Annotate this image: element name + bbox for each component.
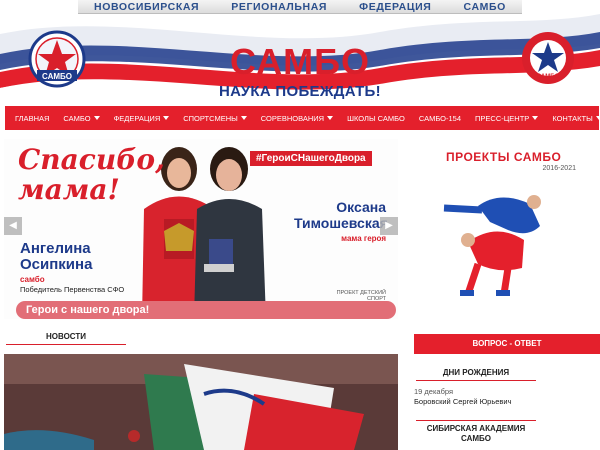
mother-name: Оксана Тимошевская <box>294 199 388 231</box>
tagline-strip: НОВОСИБИРСКАЯ РЕГИОНАЛЬНАЯ ФЕДЕРАЦИЯ САМ… <box>78 0 522 14</box>
nav-item-schools[interactable]: ШКОЛЫ САМБО <box>347 114 405 123</box>
birthday-person[interactable]: Боровский Сергей Юрьевич <box>414 397 512 406</box>
caret-down-icon <box>327 116 334 120</box>
tagline-word: РЕГИОНАЛЬНАЯ <box>231 0 328 13</box>
slide-cta-button[interactable]: Герои с нашего двора! <box>16 301 396 319</box>
site-slogan: НАУКА ПОБЕЖДАТЬ! <box>219 83 381 100</box>
projects-years: 2016-2021 <box>542 165 576 172</box>
tagline-word: САМБО <box>463 0 506 13</box>
nav-item-federation[interactable]: ФЕДЕРАЦИЯ <box>114 114 170 123</box>
nav-item-label: САМБО-154 <box>418 113 462 123</box>
academy-divider <box>416 420 536 421</box>
athlete-award: Победитель Первенства СФО <box>20 285 125 294</box>
slide-hashtag: #ГероиСНашегоДвора <box>250 151 372 166</box>
nav-item-label: ШКОЛЫ САМБО <box>347 113 405 123</box>
tagline-word: НОВОСИБИРСКАЯ <box>94 0 200 13</box>
news-photo <box>4 354 398 450</box>
nav-item-contacts[interactable]: КОНТАКТЫ <box>552 114 600 123</box>
nav-item-label: ПРЕСС-ЦЕНТР <box>475 113 530 123</box>
qa-button[interactable]: ВОПРОС - ОТВЕТ <box>414 334 600 354</box>
birthdays-title: ДНИ РОЖДЕНИЯ <box>442 368 510 377</box>
federation-logo-right[interactable]: САМБО <box>520 30 576 86</box>
nav-item-label: СПОРТСМЕНЫ <box>183 113 238 123</box>
nav-item-label: КОНТАКТЫ <box>552 113 593 123</box>
caret-down-icon <box>163 116 170 120</box>
projects-image[interactable] <box>438 182 558 300</box>
slider-prev-arrow-icon[interactable]: ◀ <box>4 217 22 235</box>
nav-item-athletes[interactable]: СПОРТСМЕНЫ <box>183 114 247 123</box>
nav-item-sambo-154[interactable]: САМБО-154 <box>419 114 461 123</box>
caret-down-icon <box>532 116 539 120</box>
main-nav: ГЛАВНАЯ САМБО ФЕДЕРАЦИЯ СПОРТСМЕНЫ СОРЕВ… <box>5 106 600 130</box>
nav-item-label: САМБО <box>63 113 91 123</box>
nav-item-label: ФЕДЕРАЦИЯ <box>113 113 161 123</box>
nav-item-sambo[interactable]: САМБО <box>63 113 100 123</box>
news-image[interactable] <box>4 354 398 450</box>
tagline-word: ФЕДЕРАЦИЯ <box>359 0 432 13</box>
projects-title: ПРОЕКТЫ САМБО <box>446 150 562 164</box>
slide-headline: Спасибо, мама! <box>18 143 165 206</box>
caret-down-icon <box>240 116 247 120</box>
birthday-date: 19 декабря <box>414 387 454 396</box>
site-header: САМБО САМБО НАУКА ПОБЕЖДАТЬ! САМБО <box>0 14 600 106</box>
caret-down-icon <box>595 116 600 120</box>
logo-left-text: САМБО <box>42 72 72 81</box>
news-divider <box>6 344 126 345</box>
nav-item-label: ГЛАВНАЯ <box>15 113 50 123</box>
slider-next-arrow-icon[interactable]: ▶ <box>380 217 398 235</box>
athlete-sport: самбо <box>20 275 45 284</box>
athlete-name: Ангелина Осипкина <box>20 240 93 273</box>
nav-item-label: СОРЕВНОВАНИЯ <box>260 113 325 123</box>
news-section-title: НОВОСТИ <box>45 332 86 341</box>
page: НОВОСИБИРСКАЯ РЕГИОНАЛЬНАЯ ФЕДЕРАЦИЯ САМ… <box>0 0 600 450</box>
logo-right-text: САМБО <box>537 74 560 80</box>
federation-logo-left[interactable]: САМБО <box>28 30 86 88</box>
mother-role: мама героя <box>341 234 386 243</box>
site-title: САМБО <box>230 41 370 82</box>
nav-item-home[interactable]: ГЛАВНАЯ <box>15 114 49 123</box>
birthdays-divider <box>416 380 536 381</box>
nav-item-competitions[interactable]: СОРЕВНОВАНИЯ <box>260 113 334 123</box>
hero-slider[interactable]: Спасибо, мама! #ГероиСНашегоДвора Ангели… <box>4 139 398 319</box>
academy-title: СИБИРСКАЯ АКАДЕМИЯ САМБО <box>426 424 526 443</box>
caret-down-icon <box>93 116 100 120</box>
nav-item-press-center[interactable]: ПРЕСС-ЦЕНТР <box>475 113 539 123</box>
